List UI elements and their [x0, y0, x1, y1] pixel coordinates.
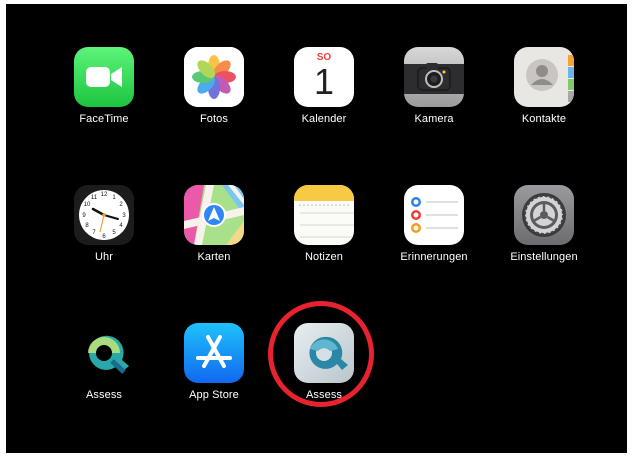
- app-notizen[interactable]: Notizen: [269, 185, 379, 275]
- app-facetime[interactable]: FaceTime: [49, 47, 159, 137]
- app-label: App Store: [189, 389, 239, 401]
- app-label: Kontakte: [521, 113, 567, 125]
- notes-icon: [294, 185, 354, 245]
- app-label: Karten: [197, 251, 231, 263]
- contacts-icon: [514, 47, 574, 107]
- app-label: Kamera: [414, 113, 454, 125]
- home-screen: FaceTime Fotos SO 1 Kalender Kamera Kont…: [6, 4, 627, 453]
- app-assess[interactable]: Assess: [49, 323, 159, 413]
- settings-icon: [514, 185, 574, 245]
- photos-icon: [184, 47, 244, 107]
- app-app-store[interactable]: App Store: [159, 323, 269, 413]
- app-label: FaceTime: [79, 113, 129, 125]
- highlight-circle: [268, 301, 374, 407]
- app-label: Notizen: [305, 251, 343, 263]
- app-kalender[interactable]: SO 1 Kalender: [269, 47, 379, 137]
- camera-icon: [404, 47, 464, 107]
- facetime-icon: [74, 47, 134, 107]
- svg-text:12: 12: [101, 192, 108, 198]
- app-kontakte[interactable]: Kontakte: [489, 47, 599, 137]
- svg-text:11: 11: [91, 195, 98, 201]
- app-label: Fotos: [199, 113, 228, 125]
- app-label: Assess: [85, 389, 123, 401]
- calendar-icon: SO 1: [294, 47, 354, 107]
- app-label: Einstellungen: [510, 251, 578, 263]
- assess-icon: [74, 323, 134, 383]
- clock-icon: 12 1 2 345 678 9 10 11: [74, 185, 134, 245]
- app-label: Erinnerungen: [400, 251, 468, 263]
- app-fotos[interactable]: Fotos: [159, 47, 269, 137]
- app-karten[interactable]: Karten: [159, 185, 269, 275]
- app-label: Kalender: [301, 113, 347, 125]
- app-einstellungen[interactable]: Einstellungen: [489, 185, 599, 275]
- app-uhr[interactable]: 12 1 2 345 678 9 10 11 Uhr: [49, 185, 159, 275]
- app-store-icon: [184, 323, 244, 383]
- reminders-icon: [404, 185, 464, 245]
- maps-icon: [184, 185, 244, 245]
- svg-text:10: 10: [84, 202, 91, 208]
- calendar-day: 1: [313, 61, 335, 102]
- app-label: Uhr: [94, 251, 114, 263]
- app-erinnerungen[interactable]: Erinnerungen: [379, 185, 489, 275]
- app-kamera[interactable]: Kamera: [379, 47, 489, 137]
